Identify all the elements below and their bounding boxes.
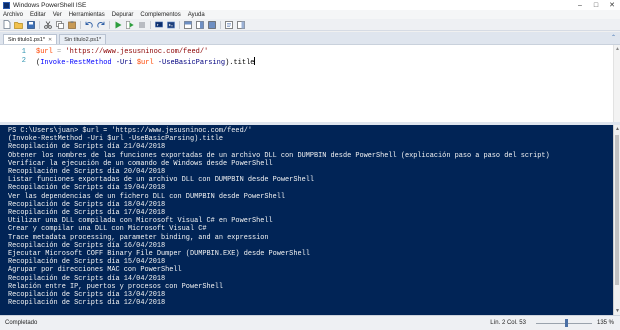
console-line: Verificar la ejecución de un comando de … [8,159,273,168]
console-pane[interactable]: PS C:\Users\juan> $url = 'https://www.je… [0,125,620,315]
console-scroll-thumb[interactable] [615,135,619,285]
script-editor[interactable]: 1 2 $url = 'https://www.jesusninoc.com/f… [0,44,620,122]
console-line: Recopilación de Scripts día 21/04/2018 [8,143,166,152]
line-number: 1 [21,48,26,56]
console-line: Ejecutar Microsoft COFF Binary File Dump… [8,250,310,259]
run-selection-icon[interactable] [125,20,134,29]
scroll-down-icon[interactable]: ▼ [615,308,620,314]
code-token-operator: = [52,48,66,56]
tab-close-icon[interactable]: ✕ [48,37,52,43]
copy-icon[interactable] [55,20,64,29]
show-commands-icon[interactable] [224,20,233,29]
zoom-track [535,322,592,324]
toolbar [0,19,620,31]
console-line: Recopilación de Scripts día 12/04/2018 [8,299,166,308]
console-line: PS C:\Users\juan> $url = 'https://www.je… [8,127,252,135]
console-line: Listar funciones exportadas de un archiv… [8,176,314,185]
new-file-icon[interactable] [2,20,11,29]
toolbar-separator [109,20,110,29]
run-script-icon[interactable] [113,20,122,29]
toolbar-separator [39,20,40,29]
status-bar: Completado Lín. 2 Col. 53 135 % [0,315,620,330]
console-line: Ver las dependencias de un fichero DLL c… [8,192,286,201]
close-icon[interactable]: ✕ [604,0,620,10]
console-line: Utilizar una DLL compilada con Microsoft… [8,217,273,226]
status-text: Completado [5,320,38,326]
collapse-script-pane-icon[interactable]: ⌃ [611,34,616,41]
zoom-level: 135 % [596,320,614,326]
menu-ayuda[interactable]: Ayuda [188,12,205,18]
console-line: Recopilación de Scripts día 15/04/2018 [8,258,166,267]
menu-bar: Archivo Editar Ver Herramientas Depurar … [0,10,620,19]
toolbar-separator [179,20,180,29]
console-line: Recopilación de Scripts día 17/04/2018 [8,209,166,218]
script-tab-strip: Sin título1.ps1* ✕ Sin título2.ps1* ⌃ [0,32,620,44]
console-line: Recopilación de Scripts día 19/04/2018 [8,184,166,193]
console-line: Obtener los nombres de las funciones exp… [8,151,550,160]
cut-icon[interactable] [43,20,52,29]
title-bar: Windows PowerShell ISE – □ ✕ [0,0,620,10]
tab-label: Sin título1.ps1* [8,36,45,43]
window-title: Windows PowerShell ISE [13,1,87,9]
minimize-icon[interactable]: – [572,0,588,10]
tab-sin-titulo1[interactable]: Sin título1.ps1* ✕ [3,34,58,44]
tab-sin-titulo2[interactable]: Sin título2.ps1* [59,34,107,44]
tab-label: Sin título2.ps1* [64,36,102,43]
menu-herramientas[interactable]: Herramientas [69,12,105,18]
menu-depurar[interactable]: Depurar [112,12,134,18]
undo-icon[interactable] [84,20,93,29]
menu-archivo[interactable]: Archivo [3,12,23,18]
console-line: Recopilación de Scripts día 20/04/2018 [8,168,166,177]
new-remote-tab-icon[interactable] [154,20,163,29]
console-output: PS C:\Users\juan> $url = 'https://www.je… [8,127,608,307]
console-line: Recopilación de Scripts día 14/04/2018 [8,274,166,283]
cursor-position: Lín. 2 Col. 53 [490,320,526,326]
code-line-1[interactable]: $url = 'https://www.jesusninoc.com/feed/… [36,48,208,56]
toolbar-separator [150,20,151,29]
save-icon[interactable] [26,20,35,29]
scroll-up-icon[interactable]: ▲ [615,46,620,52]
console-line: Recopilación de Scripts día 13/04/2018 [8,291,166,300]
code-token-string: 'https://www.jesusninoc.com/feed/' [65,48,209,56]
powershell-ise-window: Windows PowerShell ISE – □ ✕ Archivo Edi… [0,0,620,330]
menu-editar[interactable]: Editar [30,12,46,18]
scroll-up-icon[interactable]: ▲ [615,126,620,132]
zoom-thumb[interactable] [565,319,569,327]
line-number: 2 [21,57,26,65]
layout-max-icon[interactable] [207,20,216,29]
stop-icon[interactable] [137,20,146,29]
console-line: (Invoke-RestMethod -Uri $url -UseBasicPa… [8,135,224,144]
open-file-icon[interactable] [14,20,23,29]
maximize-icon[interactable]: □ [588,0,604,10]
console-line: Relación entre IP, puertos y procesos co… [8,282,224,291]
show-addon-icon[interactable] [236,20,245,29]
code-token-command: Invoke-RestMethod [40,59,112,67]
console-scrollbar[interactable]: ▲ ▼ [613,125,620,315]
code-token-variable: $url [36,48,53,56]
console-line: Agrupar por direcciones MAC con PowerShe… [8,266,182,275]
code-token-parameter: -Uri [111,59,137,67]
console-line: Recopilación de Scripts día 18/04/2018 [8,200,166,209]
code-token-variable: $url [136,59,154,67]
powershell-app-icon [3,1,10,9]
editor-scrollbar[interactable]: ▲ [613,45,620,122]
zoom-slider[interactable] [535,319,592,327]
text-caret [254,57,256,65]
menu-ver[interactable]: Ver [53,12,62,18]
redo-icon[interactable] [96,20,105,29]
line-number-gutter: 1 2 [0,45,32,122]
code-token-member: ).title [225,59,255,67]
console-line: Recopilación de Scripts día 16/04/2018 [8,241,166,250]
code-token-parameter: -UseBasicParsing [153,59,226,67]
toolbar-separator [80,20,81,29]
code-line-2[interactable]: (Invoke-RestMethod -Uri $url -UseBasicPa… [36,57,256,67]
paste-icon[interactable] [67,20,76,29]
menu-complementos[interactable]: Complementos [140,12,180,18]
console-line: Trace metadata processing, parameter bin… [8,233,269,242]
console-line: Crear y compilar una DLL con Microsoft V… [8,225,207,234]
start-powershell-icon[interactable] [166,20,175,29]
layout-top-icon[interactable] [183,20,192,29]
layout-right-icon[interactable] [195,20,204,29]
toolbar-separator [220,20,221,29]
